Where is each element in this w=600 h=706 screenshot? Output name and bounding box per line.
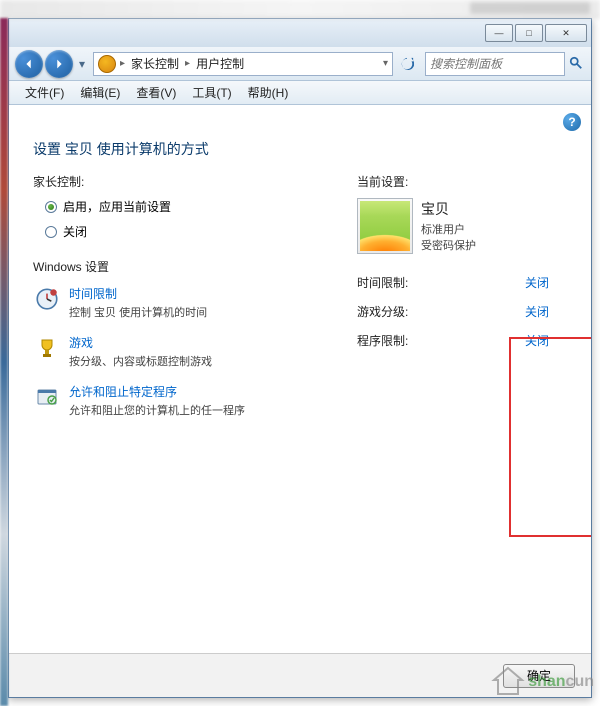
- search-input[interactable]: [430, 57, 560, 71]
- status-grid: 时间限制: 关闭 游戏分级: 关闭 程序限制: 关闭: [357, 274, 567, 349]
- setting-programs: 允许和阻止特定程序 允许和阻止您的计算机上的任一程序: [33, 383, 357, 418]
- radio-enable-label: 启用，应用当前设置: [63, 198, 171, 215]
- radio-icon: [45, 226, 57, 238]
- avatar: [357, 198, 413, 254]
- user-name: 宝贝: [421, 199, 476, 219]
- programs-desc: 允许和阻止您的计算机上的任一程序: [69, 402, 245, 418]
- menu-file[interactable]: 文件(F): [17, 82, 72, 103]
- status-program-label: 程序限制:: [357, 332, 408, 349]
- right-column: 当前设置: 宝贝 标准用户 受密码保护 时间限制: 关闭 游戏分级:: [357, 173, 567, 432]
- window-frame: — □ ✕ ▾ ▸ 家长控制 ▸ 用户控制 ▾ 文件(F) 编辑(E) 查看(V…: [8, 18, 592, 698]
- breadcrumb-dropdown-icon[interactable]: ▾: [383, 58, 388, 69]
- parental-control-label: 家长控制:: [33, 173, 357, 190]
- menu-bar: 文件(F) 编辑(E) 查看(V) 工具(T) 帮助(H): [9, 81, 591, 105]
- status-time-row: 时间限制: 关闭: [357, 274, 567, 291]
- parental-radio-group: 启用，应用当前设置 关闭: [45, 198, 357, 240]
- time-limits-link[interactable]: 时间限制: [69, 285, 207, 302]
- minimize-button[interactable]: —: [485, 24, 513, 42]
- games-desc: 按分级、内容或标题控制游戏: [69, 353, 212, 369]
- setting-time-limits: 时间限制 控制 宝贝 使用计算机的时间: [33, 285, 357, 320]
- user-role: 标准用户: [421, 221, 476, 237]
- control-panel-icon: [98, 55, 116, 73]
- setting-games: 游戏 按分级、内容或标题控制游戏: [33, 334, 357, 369]
- left-edge-decoration: [0, 18, 8, 706]
- navigation-bar: ▾ ▸ 家长控制 ▸ 用户控制 ▾: [9, 47, 591, 81]
- menu-tools[interactable]: 工具(T): [184, 82, 239, 103]
- nav-history-dropdown[interactable]: ▾: [75, 55, 89, 73]
- radio-disable-label: 关闭: [63, 223, 87, 240]
- search-icon[interactable]: [569, 56, 585, 72]
- current-settings-label: 当前设置:: [357, 173, 567, 190]
- radio-disable[interactable]: 关闭: [45, 223, 357, 240]
- back-button[interactable]: [15, 50, 43, 78]
- maximize-button[interactable]: □: [515, 24, 543, 42]
- titlebar: — □ ✕: [9, 19, 591, 47]
- programs-link[interactable]: 允许和阻止特定程序: [69, 383, 245, 400]
- status-game-label: 游戏分级:: [357, 303, 408, 320]
- ok-button[interactable]: 确定: [503, 664, 575, 688]
- user-protected: 受密码保护: [421, 237, 476, 253]
- breadcrumb[interactable]: ▸ 家长控制 ▸ 用户控制 ▾: [93, 52, 393, 76]
- help-icon[interactable]: ?: [563, 113, 581, 131]
- program-window-icon: [33, 383, 61, 411]
- forward-button[interactable]: [45, 50, 73, 78]
- trophy-icon: [33, 334, 61, 362]
- menu-edit[interactable]: 编辑(E): [72, 82, 128, 103]
- content-area: ? 设置 宝贝 使用计算机的方式 家长控制: 启用，应用当前设置 关闭 Wind…: [9, 105, 591, 653]
- search-box[interactable]: [425, 52, 565, 76]
- status-game-link[interactable]: 关闭: [525, 303, 567, 320]
- menu-view[interactable]: 查看(V): [128, 82, 184, 103]
- breadcrumb-item-user[interactable]: 用户控制: [190, 55, 250, 72]
- close-button[interactable]: ✕: [545, 24, 587, 42]
- windows-settings-label: Windows 设置: [33, 258, 357, 275]
- breadcrumb-item-parental[interactable]: 家长控制: [125, 55, 185, 72]
- page-title: 设置 宝贝 使用计算机的方式: [33, 139, 567, 159]
- status-game-row: 游戏分级: 关闭: [357, 303, 567, 320]
- status-time-link[interactable]: 关闭: [525, 274, 567, 291]
- radio-icon: [45, 201, 57, 213]
- status-program-link[interactable]: 关闭: [525, 332, 567, 349]
- status-time-label: 时间限制:: [357, 274, 408, 291]
- games-link[interactable]: 游戏: [69, 334, 212, 351]
- obscured-top-region: [0, 0, 600, 18]
- status-program-row: 程序限制: 关闭: [357, 332, 567, 349]
- user-card: 宝贝 标准用户 受密码保护: [357, 198, 567, 254]
- left-column: 家长控制: 启用，应用当前设置 关闭 Windows 设置: [33, 173, 357, 432]
- time-limits-desc: 控制 宝贝 使用计算机的时间: [69, 304, 207, 320]
- footer: 确定: [9, 653, 591, 697]
- clock-icon: [33, 285, 61, 313]
- refresh-button[interactable]: [397, 54, 417, 74]
- radio-enable[interactable]: 启用，应用当前设置: [45, 198, 357, 215]
- avatar-image: [360, 201, 410, 251]
- menu-help[interactable]: 帮助(H): [240, 82, 297, 103]
